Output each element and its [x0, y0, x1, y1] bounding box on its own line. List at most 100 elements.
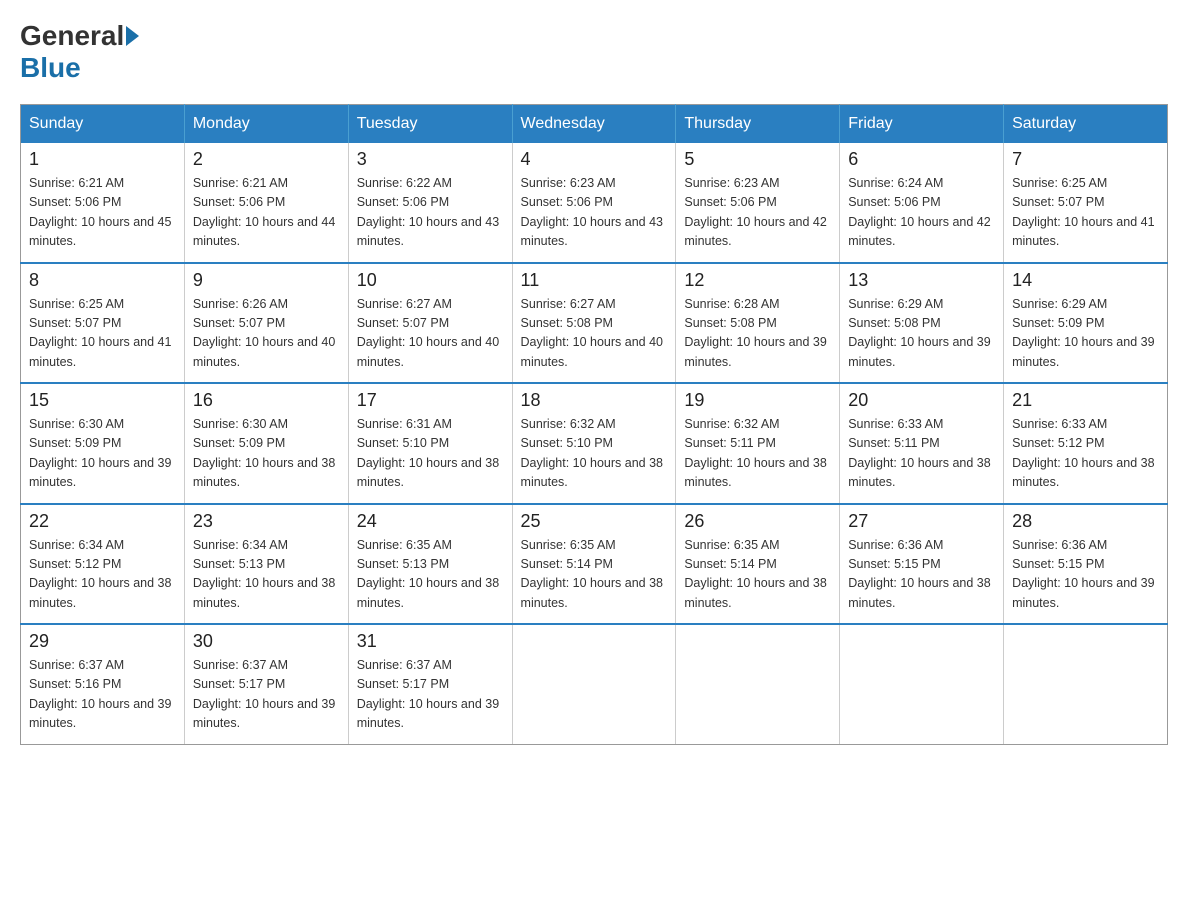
day-number: 13 [848, 270, 995, 291]
logo-triangle-icon [126, 26, 139, 46]
day-number: 15 [29, 390, 176, 411]
calendar-cell: 26 Sunrise: 6:35 AMSunset: 5:14 PMDayligh… [676, 504, 840, 625]
weekday-header-thursday: Thursday [676, 105, 840, 144]
day-number: 16 [193, 390, 340, 411]
calendar-week-5: 29 Sunrise: 6:37 AMSunset: 5:16 PMDayligh… [21, 624, 1168, 744]
day-number: 5 [684, 149, 831, 170]
calendar-cell: 2 Sunrise: 6:21 AMSunset: 5:06 PMDaylight… [184, 143, 348, 263]
calendar-cell: 3Sunrise: 6:22 AMSunset: 5:06 PMDaylight… [348, 143, 512, 263]
calendar-cell: 14 Sunrise: 6:29 AMSunset: 5:09 PMDayligh… [1004, 263, 1168, 384]
weekday-header-friday: Friday [840, 105, 1004, 144]
calendar-cell: 17Sunrise: 6:31 AMSunset: 5:10 PMDayligh… [348, 383, 512, 504]
logo-line1: General [20, 20, 141, 52]
calendar-cell [1004, 624, 1168, 744]
day-number: 30 [193, 631, 340, 652]
weekday-header-saturday: Saturday [1004, 105, 1168, 144]
calendar-cell: 31 Sunrise: 6:37 AMSunset: 5:17 PMDayligh… [348, 624, 512, 744]
day-number: 25 [521, 511, 668, 532]
day-info: Sunrise: 6:35 AMSunset: 5:13 PMDaylight:… [357, 536, 504, 614]
day-info: Sunrise: 6:23 AMSunset: 5:06 PMDaylight:… [684, 174, 831, 252]
day-number: 6 [848, 149, 995, 170]
calendar-cell: 19 Sunrise: 6:32 AMSunset: 5:11 PMDayligh… [676, 383, 840, 504]
day-number: 22 [29, 511, 176, 532]
day-info: Sunrise: 6:27 AMSunset: 5:08 PMDaylight:… [521, 295, 668, 373]
calendar-cell: 12Sunrise: 6:28 AMSunset: 5:08 PMDayligh… [676, 263, 840, 384]
day-info: Sunrise: 6:37 AMSunset: 5:17 PMDaylight:… [193, 656, 340, 734]
calendar-cell: 28 Sunrise: 6:36 AMSunset: 5:15 PMDayligh… [1004, 504, 1168, 625]
calendar-cell: 29 Sunrise: 6:37 AMSunset: 5:16 PMDayligh… [21, 624, 185, 744]
calendar-cell: 15 Sunrise: 6:30 AMSunset: 5:09 PMDayligh… [21, 383, 185, 504]
day-info: Sunrise: 6:30 AMSunset: 5:09 PMDaylight:… [29, 415, 176, 493]
calendar-cell: 21 Sunrise: 6:33 AMSunset: 5:12 PMDayligh… [1004, 383, 1168, 504]
calendar-table: SundayMondayTuesdayWednesdayThursdayFrid… [20, 104, 1168, 745]
day-info: Sunrise: 6:36 AMSunset: 5:15 PMDaylight:… [848, 536, 995, 614]
day-number: 21 [1012, 390, 1159, 411]
calendar-cell: 11 Sunrise: 6:27 AMSunset: 5:08 PMDayligh… [512, 263, 676, 384]
calendar-cell: 7 Sunrise: 6:25 AMSunset: 5:07 PMDaylight… [1004, 143, 1168, 263]
day-number: 18 [521, 390, 668, 411]
day-info: Sunrise: 6:25 AMSunset: 5:07 PMDaylight:… [29, 295, 176, 373]
day-info: Sunrise: 6:37 AMSunset: 5:17 PMDaylight:… [357, 656, 504, 734]
day-info: Sunrise: 6:33 AMSunset: 5:12 PMDaylight:… [1012, 415, 1159, 493]
day-info: Sunrise: 6:24 AMSunset: 5:06 PMDaylight:… [848, 174, 995, 252]
day-number: 29 [29, 631, 176, 652]
calendar-cell: 6 Sunrise: 6:24 AMSunset: 5:06 PMDaylight… [840, 143, 1004, 263]
day-info: Sunrise: 6:36 AMSunset: 5:15 PMDaylight:… [1012, 536, 1159, 614]
logo-line2: Blue [20, 52, 141, 84]
day-info: Sunrise: 6:32 AMSunset: 5:11 PMDaylight:… [684, 415, 831, 493]
calendar-cell [840, 624, 1004, 744]
calendar-cell: 27 Sunrise: 6:36 AMSunset: 5:15 PMDayligh… [840, 504, 1004, 625]
day-info: Sunrise: 6:33 AMSunset: 5:11 PMDaylight:… [848, 415, 995, 493]
day-number: 8 [29, 270, 176, 291]
day-number: 4 [521, 149, 668, 170]
day-number: 24 [357, 511, 504, 532]
calendar-cell [512, 624, 676, 744]
day-info: Sunrise: 6:29 AMSunset: 5:09 PMDaylight:… [1012, 295, 1159, 373]
day-info: Sunrise: 6:29 AMSunset: 5:08 PMDaylight:… [848, 295, 995, 373]
day-info: Sunrise: 6:35 AMSunset: 5:14 PMDaylight:… [521, 536, 668, 614]
calendar-cell: 22 Sunrise: 6:34 AMSunset: 5:12 PMDayligh… [21, 504, 185, 625]
day-number: 14 [1012, 270, 1159, 291]
day-number: 7 [1012, 149, 1159, 170]
day-info: Sunrise: 6:23 AMSunset: 5:06 PMDaylight:… [521, 174, 668, 252]
day-number: 2 [193, 149, 340, 170]
calendar-cell: 24 Sunrise: 6:35 AMSunset: 5:13 PMDayligh… [348, 504, 512, 625]
day-number: 31 [357, 631, 504, 652]
day-info: Sunrise: 6:21 AMSunset: 5:06 PMDaylight:… [193, 174, 340, 252]
day-info: Sunrise: 6:34 AMSunset: 5:13 PMDaylight:… [193, 536, 340, 614]
day-number: 19 [684, 390, 831, 411]
day-info: Sunrise: 6:34 AMSunset: 5:12 PMDaylight:… [29, 536, 176, 614]
calendar-cell: 8 Sunrise: 6:25 AMSunset: 5:07 PMDaylight… [21, 263, 185, 384]
day-number: 23 [193, 511, 340, 532]
day-number: 12 [684, 270, 831, 291]
day-info: Sunrise: 6:25 AMSunset: 5:07 PMDaylight:… [1012, 174, 1159, 252]
day-number: 28 [1012, 511, 1159, 532]
calendar-week-2: 8 Sunrise: 6:25 AMSunset: 5:07 PMDaylight… [21, 263, 1168, 384]
day-info: Sunrise: 6:22 AMSunset: 5:06 PMDaylight:… [357, 174, 504, 252]
day-number: 11 [521, 270, 668, 291]
calendar-cell: 1Sunrise: 6:21 AMSunset: 5:06 PMDaylight… [21, 143, 185, 263]
calendar-cell: 30 Sunrise: 6:37 AMSunset: 5:17 PMDayligh… [184, 624, 348, 744]
day-info: Sunrise: 6:37 AMSunset: 5:16 PMDaylight:… [29, 656, 176, 734]
calendar-cell: 18Sunrise: 6:32 AMSunset: 5:10 PMDayligh… [512, 383, 676, 504]
weekday-header-wednesday: Wednesday [512, 105, 676, 144]
weekday-header-sunday: Sunday [21, 105, 185, 144]
day-number: 27 [848, 511, 995, 532]
calendar-cell: 20Sunrise: 6:33 AMSunset: 5:11 PMDayligh… [840, 383, 1004, 504]
logo-general-part: General [20, 20, 124, 52]
calendar-cell: 9Sunrise: 6:26 AMSunset: 5:07 PMDaylight… [184, 263, 348, 384]
day-number: 26 [684, 511, 831, 532]
day-number: 9 [193, 270, 340, 291]
day-info: Sunrise: 6:35 AMSunset: 5:14 PMDaylight:… [684, 536, 831, 614]
day-number: 10 [357, 270, 504, 291]
calendar-cell: 5 Sunrise: 6:23 AMSunset: 5:06 PMDaylight… [676, 143, 840, 263]
weekday-header-tuesday: Tuesday [348, 105, 512, 144]
weekday-header-monday: Monday [184, 105, 348, 144]
logo: General Blue [20, 20, 141, 84]
calendar-header-row: SundayMondayTuesdayWednesdayThursdayFrid… [21, 105, 1168, 144]
day-number: 1 [29, 149, 176, 170]
day-info: Sunrise: 6:27 AMSunset: 5:07 PMDaylight:… [357, 295, 504, 373]
logo-blue-label: Blue [20, 52, 81, 83]
day-number: 17 [357, 390, 504, 411]
calendar-cell [676, 624, 840, 744]
